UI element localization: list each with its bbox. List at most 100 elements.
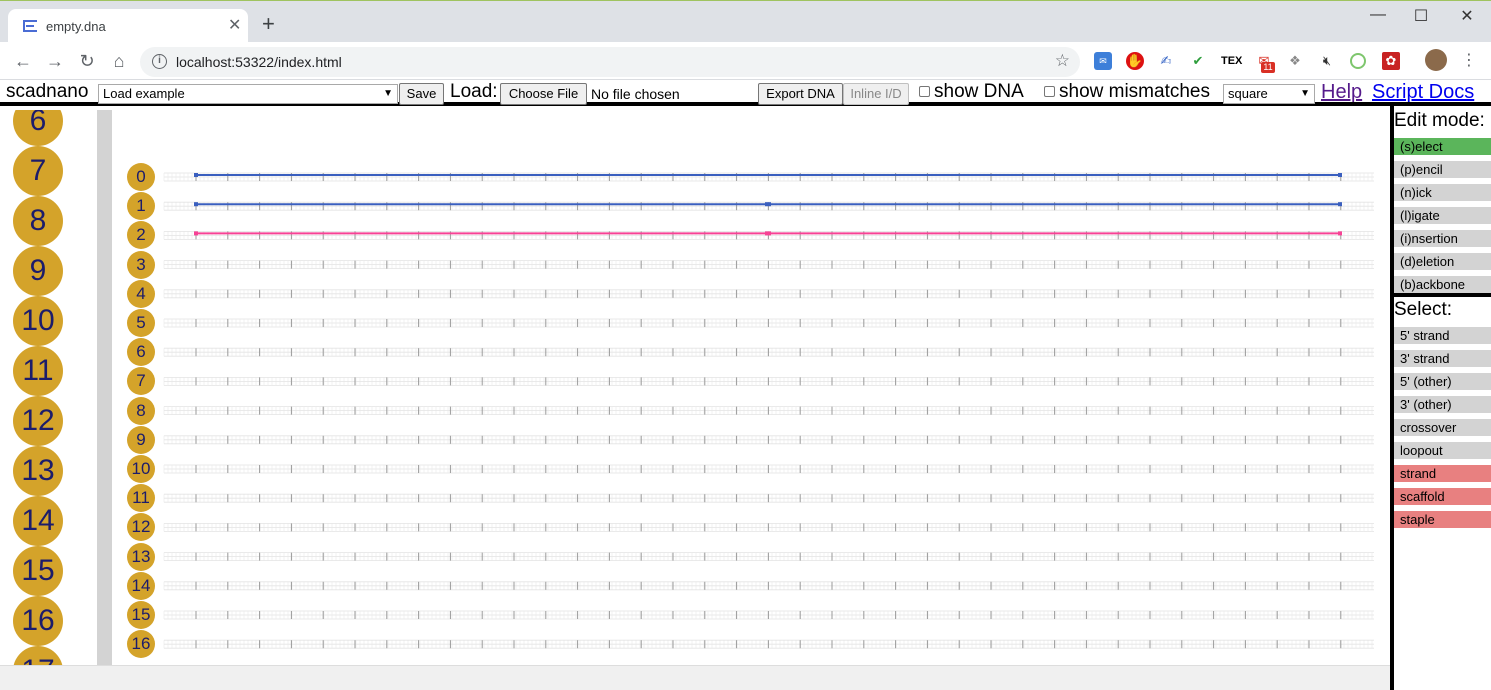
edit-mode-item[interactable]: (n)ick — [1394, 184, 1491, 201]
edit-mode-item[interactable]: (d)eletion — [1394, 253, 1491, 270]
helix-grid[interactable] — [163, 581, 1374, 591]
helix-circle[interactable]: 10 — [127, 455, 155, 483]
red-icon[interactable]: ✿ — [1382, 52, 1400, 70]
helix-circle[interactable]: 4 — [127, 279, 155, 308]
select-filter-item[interactable]: 3' strand — [1394, 350, 1491, 367]
mute-icon[interactable]: 🔇︎ — [1318, 52, 1336, 70]
helix-grid[interactable] — [163, 552, 1374, 562]
helix-grid[interactable] — [163, 406, 1374, 416]
close-window-button[interactable]: ✕ — [1452, 6, 1482, 26]
side-helix-circle[interactable]: 17 — [13, 646, 63, 665]
helix-grid[interactable] — [163, 318, 1374, 328]
view-divider[interactable] — [97, 110, 112, 665]
side-helix-circle[interactable]: 13 — [13, 446, 63, 496]
help-link[interactable]: Help — [1321, 81, 1362, 104]
side-helix-circle[interactable]: 9 — [13, 246, 63, 296]
helix-circle[interactable]: 0 — [127, 163, 155, 191]
side-helix-circle[interactable]: 14 — [13, 496, 63, 546]
choose-file-button[interactable]: Choose File — [500, 83, 587, 105]
edit-mode-item[interactable]: (i)nsertion — [1394, 230, 1491, 247]
kebab-menu-icon[interactable]: ⋮ — [1460, 52, 1478, 70]
helix-circle[interactable]: 6 — [127, 338, 155, 367]
forward-arrow-icon[interactable]: → — [44, 50, 66, 72]
tab-close-icon[interactable]: ✕ — [228, 15, 241, 35]
side-helix-circle[interactable]: 7 — [13, 146, 63, 196]
save-button[interactable]: Save — [399, 83, 444, 105]
helix-grid[interactable] — [163, 464, 1374, 474]
select-filter-item[interactable]: crossover — [1394, 419, 1491, 436]
helix-grid[interactable] — [163, 610, 1374, 620]
side-helix-circle[interactable]: 16 — [13, 596, 63, 646]
helix-grid[interactable] — [163, 289, 1374, 299]
app-menubar: scadnano Load example ▼ Save Load: Choos… — [0, 80, 1491, 106]
minimize-button[interactable]: — — [1363, 6, 1393, 24]
side-helix-circle[interactable]: 8 — [13, 196, 63, 246]
side-helix-circle[interactable]: 12 — [13, 396, 63, 446]
new-tab-button[interactable]: + — [262, 13, 275, 35]
side-helix-circle[interactable]: 6 — [13, 110, 63, 146]
check-icon[interactable]: ✔ — [1189, 52, 1207, 70]
main-view[interactable]: 0 1 2 3 4 5 6 7 8 9 10 11 12 13 14 15 16 — [112, 110, 1390, 665]
select-filter-item[interactable]: strand — [1394, 465, 1491, 482]
horizontal-scrollbar[interactable] — [0, 665, 1390, 690]
maximize-button[interactable]: ☐ — [1406, 6, 1436, 26]
url-text: localhost:53322/index.html — [176, 54, 342, 70]
side-view[interactable]: 67891011121314151617 — [0, 110, 97, 665]
circle-icon[interactable] — [1350, 53, 1366, 69]
back-arrow-icon[interactable]: ← — [12, 50, 34, 72]
helix-grid[interactable] — [163, 522, 1374, 532]
chat-icon[interactable]: ✉ — [1094, 52, 1112, 70]
strand[interactable] — [194, 202, 1342, 207]
helix-grid[interactable] — [163, 347, 1374, 357]
script-docs-link[interactable]: Script Docs — [1372, 81, 1474, 104]
strand[interactable] — [194, 231, 1342, 236]
inline-id-button[interactable]: Inline I/D — [843, 83, 909, 105]
helix-circle[interactable]: 3 — [127, 250, 155, 279]
reload-icon[interactable]: ↻ — [76, 50, 98, 72]
dropbox-icon[interactable]: ❖ — [1286, 52, 1304, 70]
helix-circle[interactable]: 1 — [127, 192, 155, 221]
select-filter-item[interactable]: 3' (other) — [1394, 396, 1491, 413]
side-helix-circle[interactable]: 15 — [13, 546, 63, 596]
show-dna-checkbox[interactable] — [919, 86, 930, 97]
select-filter-item[interactable]: 5' strand — [1394, 327, 1491, 344]
select-filter-item[interactable]: scaffold — [1394, 488, 1491, 505]
side-helix-circle[interactable]: 11 — [13, 346, 63, 396]
info-icon[interactable]: i — [152, 54, 167, 69]
edit-mode-item[interactable]: (l)igate — [1394, 207, 1491, 224]
helix-circle[interactable]: 9 — [127, 425, 155, 454]
helix-grid[interactable] — [163, 639, 1374, 649]
tex-icon[interactable]: TEX — [1221, 52, 1242, 70]
helix-circle[interactable]: 8 — [127, 396, 155, 425]
pen-icon[interactable]: ✍ — [1157, 52, 1175, 70]
helix-circle[interactable]: 16 — [127, 630, 155, 659]
browser-toolbar: ← → ↻ ⌂ i localhost:53322/index.html ☆ ✉… — [0, 42, 1491, 80]
helix-circle[interactable]: 14 — [127, 571, 155, 600]
edit-mode-item[interactable]: (s)elect — [1394, 138, 1491, 155]
helix-circle[interactable]: 11 — [127, 484, 155, 513]
show-mismatches-checkbox[interactable] — [1044, 86, 1055, 97]
browser-tab[interactable]: empty.dna ✕ — [8, 9, 248, 43]
edit-mode-item[interactable]: (p)encil — [1394, 161, 1491, 178]
helix-grid[interactable] — [163, 376, 1374, 386]
edit-mode-item[interactable]: (b)ackbone — [1394, 276, 1491, 293]
home-icon[interactable]: ⌂ — [108, 50, 130, 72]
helix-grid[interactable] — [163, 435, 1374, 445]
select-filter-item[interactable]: 5' (other) — [1394, 373, 1491, 390]
avatar[interactable] — [1425, 49, 1447, 71]
helix-grid[interactable] — [163, 493, 1374, 503]
helix-circle[interactable]: 13 — [127, 542, 155, 571]
bookmark-star-icon[interactable]: ☆ — [1055, 51, 1070, 71]
helix-circle[interactable]: 15 — [127, 601, 155, 629]
chevron-down-icon: ▼ — [1300, 88, 1310, 99]
stop-icon[interactable]: ✋ — [1126, 52, 1144, 70]
grid-select[interactable]: square ▼ — [1223, 84, 1315, 104]
helix-grid[interactable] — [163, 260, 1374, 270]
export-dna-button[interactable]: Export DNA — [758, 83, 843, 105]
helix-circle[interactable]: 5 — [127, 309, 155, 337]
select-filter-item[interactable]: staple — [1394, 511, 1491, 528]
address-bar[interactable]: i localhost:53322/index.html ☆ — [140, 47, 1080, 77]
side-helix-circle[interactable]: 10 — [13, 296, 63, 346]
load-example-select[interactable]: Load example ▼ — [98, 84, 398, 104]
select-filter-item[interactable]: loopout — [1394, 442, 1491, 459]
